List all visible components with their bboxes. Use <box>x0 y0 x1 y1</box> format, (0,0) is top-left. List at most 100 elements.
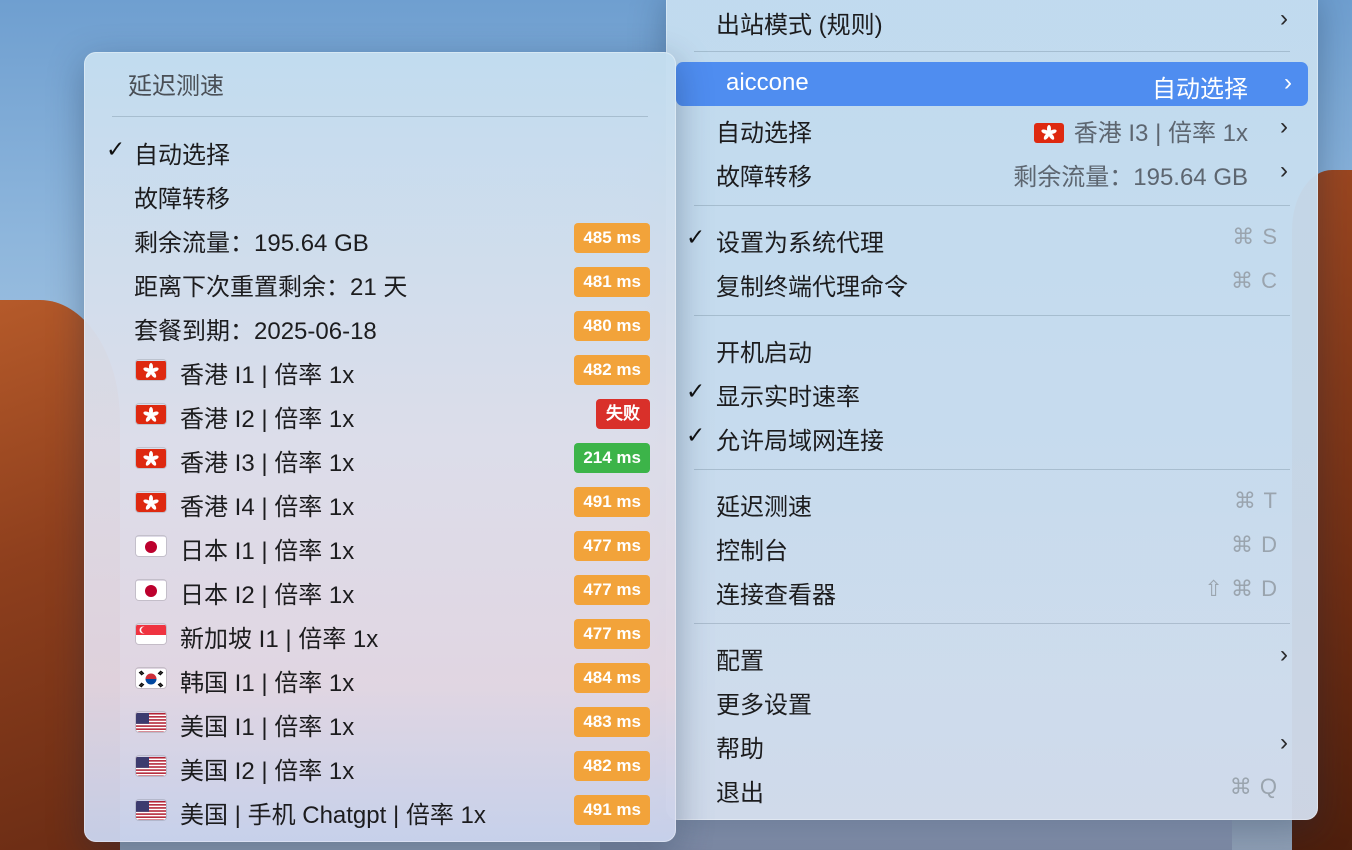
menu-item-label: 允许局域网连接 <box>716 428 884 455</box>
chevron-right-icon: › <box>1280 157 1288 184</box>
proxy-node-label: 美国 I1 | 倍率 1x <box>180 714 355 741</box>
latency-badge: 482 ms <box>574 751 650 781</box>
proxy-node-item[interactable]: 故障转移 <box>84 172 676 216</box>
hong-kong-flag-icon <box>136 492 166 512</box>
proxy-node-item[interactable]: ✓ 自动选择 <box>84 128 676 172</box>
submenu-title: 延迟测速 <box>128 73 224 100</box>
proxy-node-item[interactable]: 距离下次重置剩余：21 天 481 ms <box>84 260 676 304</box>
menu-item-aiccone[interactable]: aiccone 自动选择 › <box>676 62 1308 106</box>
menu-item-shortcut: ⌘ Q <box>1229 774 1278 799</box>
menu-item-config[interactable]: 配置 › <box>666 634 1318 678</box>
menu-item-label: 控制台 <box>716 538 788 565</box>
hong-kong-flag-icon <box>136 360 166 380</box>
menu-item-latency-test[interactable]: 延迟测速 ⌘ T <box>666 480 1318 524</box>
separator <box>694 51 1290 52</box>
proxy-node-label: 日本 I1 | 倍率 1x <box>180 538 355 565</box>
checkmark-icon: ✓ <box>106 136 126 162</box>
proxy-node-label: 距离下次重置剩余：21 天 <box>134 274 408 301</box>
proxy-node-label: 日本 I2 | 倍率 1x <box>180 582 355 609</box>
menu-item-console[interactable]: 控制台 ⌘ D <box>666 524 1318 568</box>
menu-item-label: 开机启动 <box>716 340 812 367</box>
proxy-node-label: 美国 | 手机 Chatgpt | 倍率 1x <box>180 802 486 829</box>
proxy-node-item[interactable]: 新加坡 I1 | 倍率 1x 477 ms <box>84 612 676 656</box>
menu-item-failover[interactable]: 故障转移 剩余流量：195.64 GB › <box>666 150 1318 194</box>
menu-item-label: 配置 <box>716 648 764 675</box>
proxy-node-label: 香港 I3 | 倍率 1x <box>180 450 355 477</box>
chevron-right-icon: › <box>1280 113 1288 140</box>
korea-flag-icon <box>136 668 166 688</box>
proxy-node-item[interactable]: 套餐到期：2025-06-18 480 ms <box>84 304 676 348</box>
proxy-node-label: 新加坡 I1 | 倍率 1x <box>180 626 379 653</box>
separator <box>694 315 1290 316</box>
latency-badge: 477 ms <box>574 531 650 561</box>
menu-item-quit[interactable]: 退出 ⌘ Q <box>666 766 1318 810</box>
menu-item-allow-lan[interactable]: ✓ 允许局域网连接 <box>666 414 1318 458</box>
separator <box>694 469 1290 470</box>
latency-badge: 483 ms <box>574 707 650 737</box>
checkmark-icon: ✓ <box>686 224 706 250</box>
menu-item-copy-terminal-command[interactable]: 复制终端代理命令 ⌘ C <box>666 260 1318 304</box>
proxy-node-item[interactable]: 香港 I2 | 倍率 1x 失败 <box>84 392 676 436</box>
proxy-node-item[interactable]: 美国 | 手机 Chatgpt | 倍率 1x 491 ms <box>84 788 676 832</box>
menu-item-connection-viewer[interactable]: 连接查看器 ⇧ ⌘ D <box>666 568 1318 612</box>
chevron-right-icon: › <box>1280 729 1288 756</box>
menu-item-shortcut: ⇧ ⌘ D <box>1204 576 1278 601</box>
latency-test-submenu: 延迟测速 ✓ 自动选择 故障转移 剩余流量：195.64 GB 485 ms 距离下次重置… <box>84 52 676 842</box>
menu-item-launch-at-login[interactable]: 开机启动 <box>666 326 1318 370</box>
japan-flag-icon <box>136 580 166 600</box>
proxy-node-item[interactable]: 香港 I3 | 倍率 1x 214 ms <box>84 436 676 480</box>
menu-item-label: 更多设置 <box>716 692 812 719</box>
proxy-node-item[interactable]: 美国 I2 | 倍率 1x 482 ms <box>84 744 676 788</box>
latency-badge: 214 ms <box>574 443 650 473</box>
menu-item-label: 设置为系统代理 <box>716 230 884 257</box>
japan-flag-icon <box>136 536 166 556</box>
proxy-node-item[interactable]: 日本 I2 | 倍率 1x 477 ms <box>84 568 676 612</box>
hong-kong-flag-icon <box>1033 123 1064 143</box>
proxy-node-label: 香港 I1 | 倍率 1x <box>180 362 355 389</box>
menu-item-label: 帮助 <box>716 736 764 763</box>
proxy-node-item[interactable]: 美国 I1 | 倍率 1x 483 ms <box>84 700 676 744</box>
menu-item-system-proxy[interactable]: ✓ 设置为系统代理 ⌘ S <box>666 216 1318 260</box>
usa-flag-icon <box>136 800 166 820</box>
menu-item-shortcut: ⌘ S <box>1232 224 1278 249</box>
menu-item-detail: 香港 I3 | 倍率 1x <box>1033 113 1248 148</box>
menu-item-detail: 自动选择 <box>1152 76 1248 103</box>
menu-item-auto-select[interactable]: 自动选择 香港 I3 | 倍率 1x › <box>666 106 1318 150</box>
hong-kong-flag-icon <box>136 448 166 468</box>
menu-item-label: 延迟测速 <box>716 494 812 521</box>
proxy-node-label: 自动选择 <box>134 142 230 169</box>
menu-item-more-settings[interactable]: 更多设置 <box>666 678 1318 722</box>
proxy-node-item[interactable]: 香港 I4 | 倍率 1x 491 ms <box>84 480 676 524</box>
chevron-right-icon: › <box>1284 69 1292 96</box>
checkmark-icon: ✓ <box>686 422 706 448</box>
menu-item-shortcut: ⌘ T <box>1233 488 1278 513</box>
menu-item-label: 自动选择 <box>716 120 812 147</box>
proxy-node-item[interactable]: 韩国 I1 | 倍率 1x 484 ms <box>84 656 676 700</box>
menu-item-help[interactable]: 帮助 › <box>666 722 1318 766</box>
checkmark-icon: ✓ <box>686 378 706 404</box>
menu-item-shortcut: ⌘ C <box>1231 268 1278 293</box>
proxy-node-label: 香港 I2 | 倍率 1x <box>180 406 355 433</box>
menu-item-detail: 剩余流量：195.64 GB <box>1013 164 1248 191</box>
separator <box>694 205 1290 206</box>
menu-item-label: 故障转移 <box>716 164 812 191</box>
proxy-node-item[interactable]: 剩余流量：195.64 GB 485 ms <box>84 216 676 260</box>
menu-item-outbound-mode[interactable]: 出站模式 (规则) › <box>666 0 1318 42</box>
latency-badge: 484 ms <box>574 663 650 693</box>
separator <box>112 116 648 117</box>
proxy-main-menu: 出站模式 (规则) › aiccone 自动选择 › 自动选择 香港 I3 | … <box>666 0 1318 820</box>
menu-item-show-speed[interactable]: ✓ 显示实时速率 <box>666 370 1318 414</box>
proxy-node-label: 故障转移 <box>134 186 230 213</box>
separator <box>694 623 1290 624</box>
proxy-node-item[interactable]: 香港 I1 | 倍率 1x 482 ms <box>84 348 676 392</box>
usa-flag-icon <box>136 756 166 776</box>
menu-item-label: 显示实时速率 <box>716 384 860 411</box>
latency-badge: 491 ms <box>574 795 650 825</box>
latency-badge: 491 ms <box>574 487 650 517</box>
proxy-node-item[interactable]: 日本 I1 | 倍率 1x 477 ms <box>84 524 676 568</box>
menu-item-label: 复制终端代理命令 <box>716 274 908 301</box>
menu-item-label: aiccone <box>726 69 809 96</box>
proxy-node-label: 香港 I4 | 倍率 1x <box>180 494 355 521</box>
latency-badge: 480 ms <box>574 311 650 341</box>
proxy-node-label: 美国 I2 | 倍率 1x <box>180 758 355 785</box>
